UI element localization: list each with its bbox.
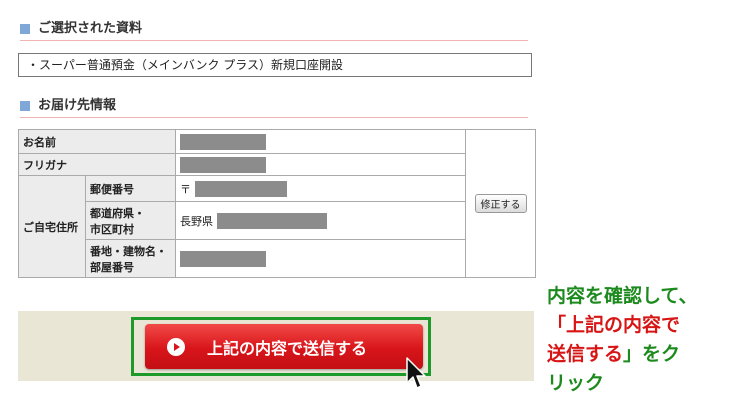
square-bullet-icon <box>20 101 30 111</box>
prefecture-label: 都道府県・ 市区町村 <box>85 201 176 240</box>
annotation-line: 送信する」をク <box>547 340 747 369</box>
redacted-block <box>180 133 266 150</box>
street-label-line2: 部屋番号 <box>90 260 134 274</box>
name-value <box>175 129 466 154</box>
redacted-block <box>180 156 266 173</box>
square-bullet-icon <box>20 24 30 34</box>
prefecture-value: 長野県 <box>175 201 466 240</box>
postal-code-label: 郵便番号 <box>85 175 176 202</box>
table-row: お名前 修正する <box>18 129 536 278</box>
name-label: お名前 <box>18 129 176 154</box>
street-value <box>175 239 466 278</box>
table-row: フリガナ <box>18 153 536 176</box>
mouse-pointer-icon <box>406 357 426 389</box>
kana-value <box>175 153 466 176</box>
postal-mark: 〒 <box>180 182 191 196</box>
redacted-block <box>180 250 266 267</box>
home-address-label: ご自宅住所 <box>18 175 86 278</box>
kana-label: フリガナ <box>18 153 176 176</box>
redacted-block <box>216 212 327 229</box>
street-label-line1: 番地・建物名・ <box>90 244 167 258</box>
play-icon <box>167 338 185 356</box>
prefecture-label-line2: 市区町村 <box>90 222 134 236</box>
annotation-text: 」をク <box>623 343 681 365</box>
table-row: 都道府県・ 市区町村 長野県 <box>19 201 536 240</box>
prefecture-label-line1: 都道府県・ <box>90 206 145 220</box>
submit-button[interactable]: 上記の内容で送信する <box>145 324 423 369</box>
table-row: 番地・建物名・ 部屋番号 <box>19 239 536 278</box>
redacted-block <box>194 180 287 197</box>
section-title: ご選択された資料 <box>38 21 143 36</box>
edit-cell: 修正する <box>465 129 536 278</box>
delivery-info-table: お名前 修正する フリガナ ご自宅住所 郵便番号 〒 都道府県・ 市区町村 長野… <box>18 129 536 278</box>
annotation-line: 「上記の内容で <box>547 314 681 336</box>
section-header-delivery: お届け先情報 <box>20 97 528 118</box>
annotation-line: 内容を確認して、 <box>547 285 698 307</box>
prefecture-text: 長野県 <box>180 214 213 228</box>
table-row: ご自宅住所 郵便番号 〒 <box>18 175 536 278</box>
instruction-annotation: 内容を確認して、 「上記の内容で 送信する」をク リック <box>547 282 747 398</box>
annotation-line: リック <box>547 372 605 394</box>
submit-button-label: 上記の内容で送信する <box>207 339 368 358</box>
postal-code-value: 〒 <box>175 175 466 202</box>
street-label: 番地・建物名・ 部屋番号 <box>85 239 176 278</box>
section-header-selected: ご選択された資料 <box>20 20 528 41</box>
edit-button[interactable]: 修正する <box>474 194 527 213</box>
section-title: お届け先情報 <box>38 98 117 113</box>
selected-document-box: ・スーパー普通預金（メインバンク プラス）新規口座開設 <box>18 53 532 77</box>
annotation-highlight: 送信する <box>547 343 624 365</box>
